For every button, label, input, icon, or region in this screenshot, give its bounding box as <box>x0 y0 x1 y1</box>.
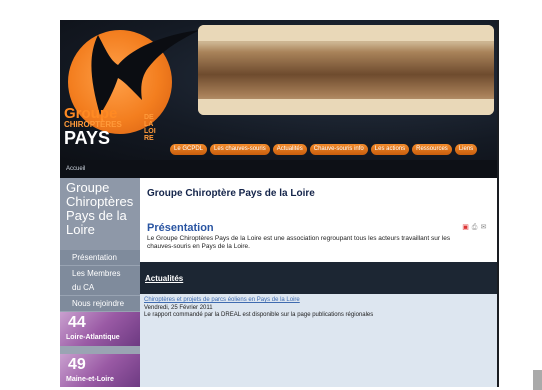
nav-le-gcpdl[interactable]: Le GCPDL <box>170 144 208 155</box>
region-loire-atlantique[interactable]: 44 Loire-Atlantique <box>60 312 140 346</box>
left-page-margin <box>0 20 60 387</box>
site-logo[interactable]: Groupe CHIROPTÈRES PAYS <box>64 106 122 147</box>
print-icon[interactable]: ⎙ <box>471 224 478 232</box>
news-item-date: Vendredi, 25 Février 2011 <box>144 305 213 311</box>
divider <box>497 20 499 387</box>
region-number: 44 <box>68 314 86 331</box>
scrollbar[interactable] <box>533 370 542 390</box>
news-bar: Actualités <box>140 262 497 294</box>
logo-line1: Groupe <box>64 105 118 122</box>
nav-liens[interactable]: Liens <box>454 144 478 155</box>
section-title: Présentation <box>147 222 214 234</box>
logo-line3: PAYS <box>64 128 111 148</box>
news-item-text: Le rapport commandé par la DREAL est dis… <box>144 312 374 318</box>
photo-plank-bottom <box>198 99 494 115</box>
cropped-heading <box>0 0 542 20</box>
sidebar-menu: Présentation Les Membres du CA Nous rejo… <box>60 250 140 312</box>
right-page-margin <box>497 20 542 390</box>
sidebar: Groupe Chiroptères Pays de la Loire Prés… <box>60 178 140 387</box>
website-frame: Groupe CHIROPTÈRES PAYS DE LA LOIRE Le G… <box>60 20 497 387</box>
page-title: Groupe Chiroptère Pays de la Loire <box>147 188 315 199</box>
news-item-link[interactable]: Chiroptères et projets de parcs éoliens … <box>144 297 300 303</box>
main-nav: Le GCPDL Les chauves-souris Actualités C… <box>170 144 478 155</box>
region-number: 49 <box>68 356 86 373</box>
email-icon[interactable]: ✉ <box>480 224 487 232</box>
nav-chauve-souris-info[interactable]: Chauve-souris info <box>309 144 368 155</box>
region-name: Loire-Atlantique <box>66 334 120 341</box>
logo-line4: DE LA LOIRE <box>144 114 156 142</box>
article-tools: ▣ ⎙ ✉ <box>462 224 487 232</box>
photo-plank-top <box>198 25 494 41</box>
intro-text: Le Groupe Chiroptères Pays de la Loire e… <box>147 235 451 250</box>
site-header: Groupe CHIROPTÈRES PAYS DE LA LOIRE Le G… <box>60 20 497 160</box>
nav-chauves-souris[interactable]: Les chauves-souris <box>210 144 270 155</box>
nav-ressources[interactable]: Ressources <box>412 144 452 155</box>
nav-actualites[interactable]: Actualités <box>272 144 307 155</box>
sidebar-title: Groupe Chiroptères Pays de la Loire <box>60 178 140 250</box>
sidebar-item-membres[interactable]: Les Membres du CA <box>60 266 140 296</box>
sidebar-item-presentation[interactable]: Présentation <box>60 250 140 266</box>
pdf-icon[interactable]: ▣ <box>462 224 469 232</box>
news-heading[interactable]: Actualités <box>145 274 183 283</box>
breadcrumb[interactable]: Accueil <box>66 166 85 172</box>
header-photo <box>198 25 494 115</box>
sidebar-item-rejoindre[interactable]: Nous rejoindre <box>60 296 140 312</box>
main-content: Groupe Chiroptère Pays de la Loire Prése… <box>140 178 497 387</box>
nav-actions[interactable]: Les actions <box>370 144 410 155</box>
news-list: Chiroptères et projets de parcs éoliens … <box>140 294 497 387</box>
region-maine-et-loire[interactable]: 49 Maine-et-Loire <box>60 354 140 387</box>
region-name: Maine-et-Loire <box>66 376 114 383</box>
